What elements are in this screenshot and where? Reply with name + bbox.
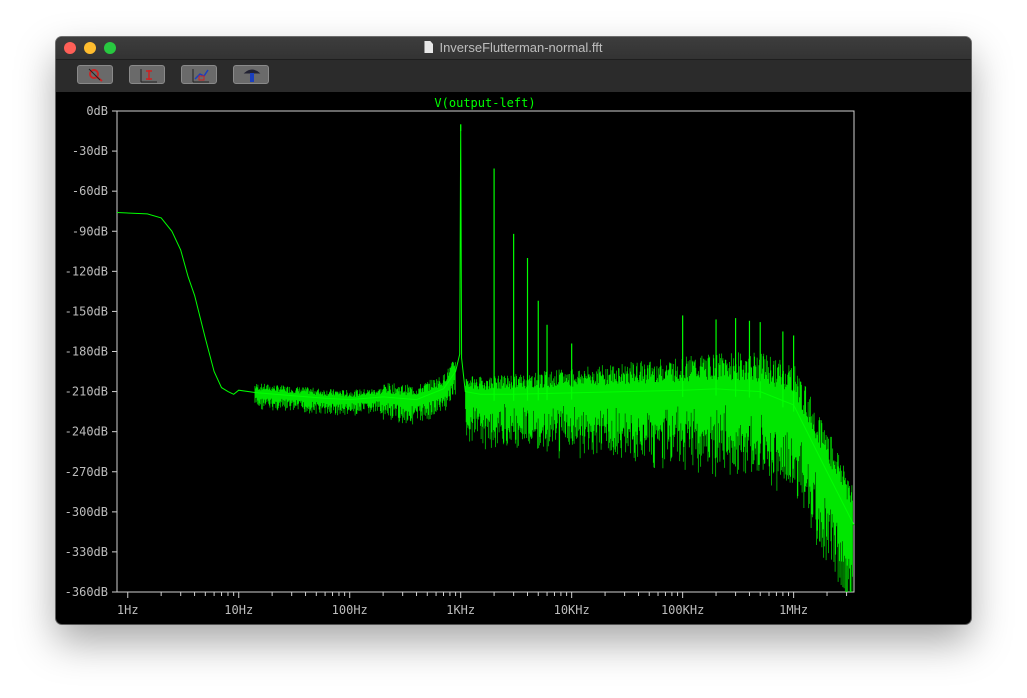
autorange-icon	[140, 69, 157, 83]
y-tick-label: -360dB	[65, 585, 108, 599]
plot-frame	[116, 110, 855, 593]
fft-chart[interactable]: V(output-left) 0dB -30dB -60dB -90dB -120dB -…	[56, 93, 971, 624]
y-tick-label: -300dB	[65, 505, 108, 519]
zoom-cancel-button[interactable]	[77, 65, 113, 84]
app-window: InverseFlutterman-normal.fft V(output-le…	[56, 37, 971, 624]
y-tick-label: -150dB	[65, 304, 108, 318]
x-tick-label: 10Hz	[224, 603, 253, 617]
y-tick-label: -330dB	[65, 545, 108, 559]
probe-button[interactable]	[233, 65, 269, 84]
y-tick-label: -30dB	[72, 144, 108, 158]
window-title-container: InverseFlutterman-normal.fft	[56, 40, 971, 55]
y-tick-label: -270dB	[65, 465, 108, 479]
y-tick-label: -210dB	[65, 385, 108, 399]
x-tick-label: 1MHz	[779, 603, 808, 617]
x-tick-label: 100KHz	[661, 603, 704, 617]
zoom-extents-button[interactable]	[181, 65, 217, 84]
title-bar[interactable]: InverseFlutterman-normal.fft	[56, 37, 971, 60]
x-tick-label: 1KHz	[446, 603, 475, 617]
chart-title: V(output-left)	[434, 96, 535, 110]
x-tick-label: 1Hz	[117, 603, 139, 617]
x-tick-label: 10KHz	[554, 603, 590, 617]
y-tick-label: -120dB	[65, 264, 108, 278]
x-tick-label: 100Hz	[332, 603, 368, 617]
y-tick-label: -60dB	[72, 184, 108, 198]
series-line-output-left	[116, 124, 855, 526]
y-tick-label: -180dB	[65, 345, 108, 359]
noise-floor-band	[254, 352, 853, 592]
probe-icon	[243, 69, 261, 82]
zoom-cancel-icon	[88, 68, 103, 82]
autorange-button[interactable]	[129, 65, 165, 84]
plot-area[interactable]: V(output-left) 0dB -30dB -60dB -90dB -120dB -…	[56, 93, 971, 624]
y-tick-label: 0dB	[86, 104, 108, 118]
window-title: InverseFlutterman-normal.fft	[439, 40, 603, 55]
toolbar	[56, 60, 971, 92]
y-tick-label: -240dB	[65, 425, 108, 439]
y-tick-label: -90dB	[72, 224, 108, 238]
document-icon	[424, 41, 434, 53]
zoom-extents-icon	[192, 69, 209, 83]
